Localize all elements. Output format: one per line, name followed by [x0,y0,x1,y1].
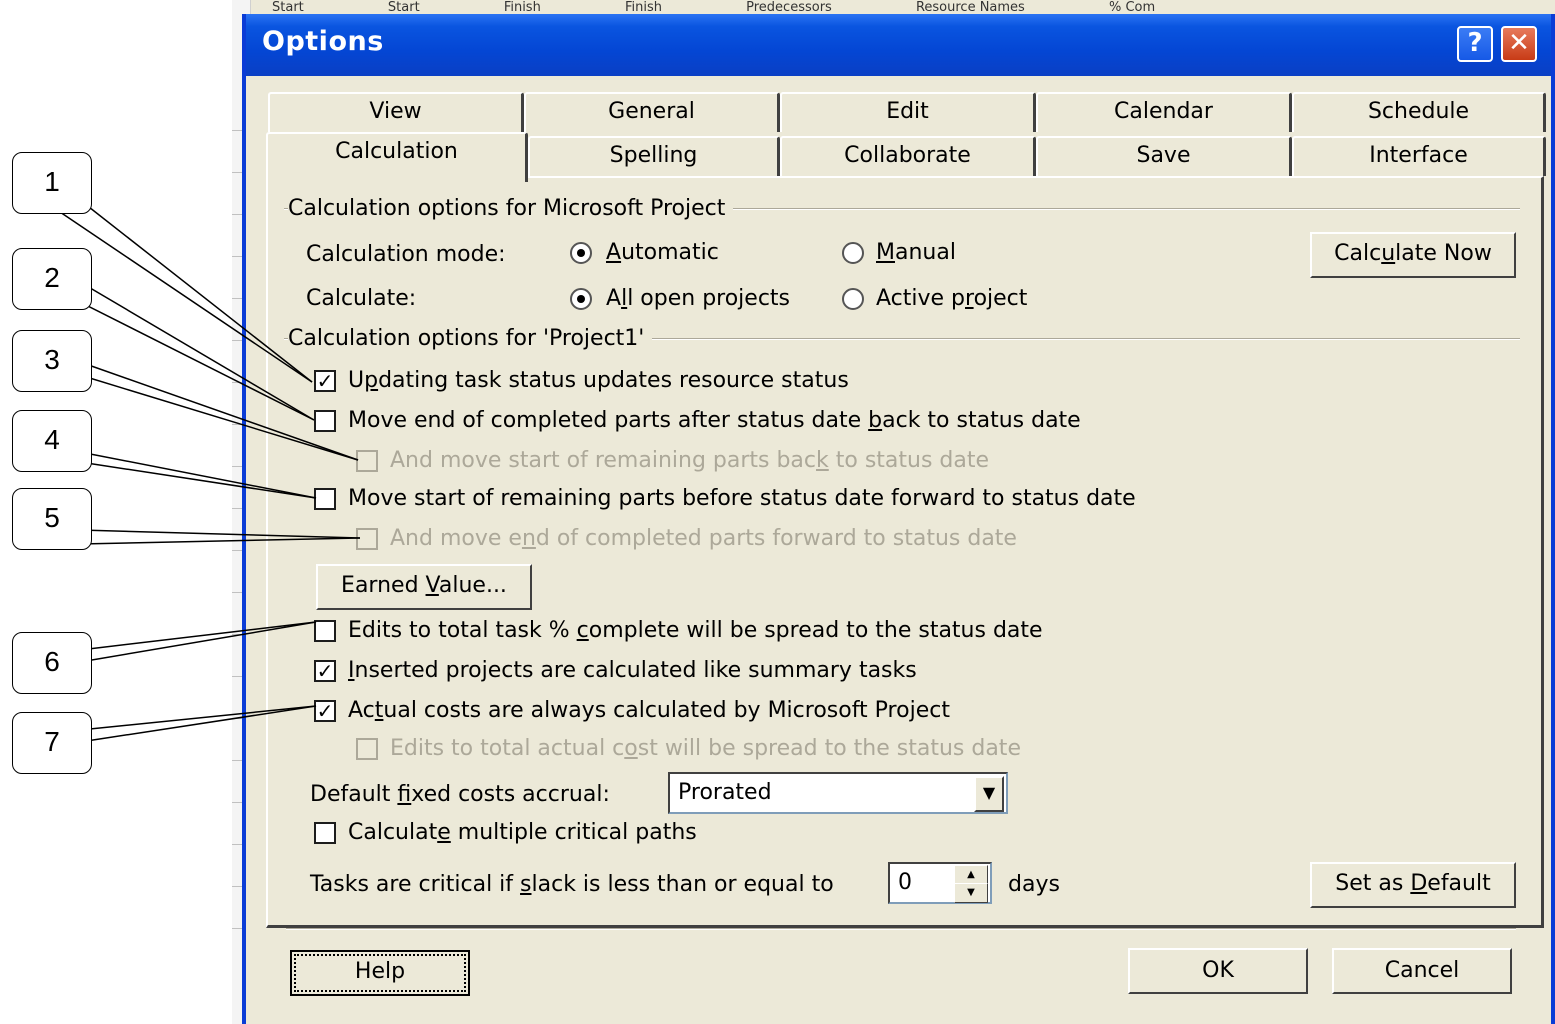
help-button[interactable]: Help [290,950,470,996]
calculation-tab-panel: Calculation options for Microsoft Projec… [266,176,1544,928]
checkbox-move-start-forward[interactable] [314,488,336,510]
background-header-cell: Start [387,0,420,15]
option-move-end-forward-label: And move end of completed parts forward … [390,526,1017,551]
checkbox-move-end-back[interactable] [314,410,336,432]
radio-manual-label[interactable]: Manual [876,240,956,265]
callout-1: 1 [12,152,92,214]
callout-5: 5 [12,488,92,550]
close-icon: ✕ [1508,28,1530,58]
cancel-button[interactable]: Cancel [1332,948,1512,994]
dialog-title: Options [262,26,384,57]
option-spread-percent-complete-label[interactable]: Edits to total task % complete will be s… [348,618,1043,643]
option-inserted-projects-label[interactable]: Inserted projects are calculated like su… [348,658,917,683]
ok-button[interactable]: OK [1128,948,1308,994]
checkbox-spread-percent-complete[interactable] [314,620,336,642]
checkbox-actual-costs[interactable]: ✓ [314,700,336,722]
radio-all-open-projects[interactable] [570,288,592,310]
radio-manual[interactable] [842,242,864,264]
tab-view[interactable]: View [268,92,524,132]
title-bar[interactable]: Options ? ✕ [246,14,1551,76]
checkbox-move-end-forward[interactable] [356,528,378,550]
calculate-now-button[interactable]: Calculate Now [1310,232,1516,278]
callout-6: 6 [12,632,92,694]
option-multiple-critical-paths-label[interactable]: Calculate multiple critical paths [348,820,697,845]
earned-value-button[interactable]: Earned Value... [316,564,532,610]
calculate-label: Calculate: [306,286,417,311]
slack-threshold-label: Tasks are critical if slack is less than… [310,872,834,897]
radio-automatic[interactable] [570,242,592,264]
slack-threshold-value[interactable]: 0 [898,870,912,895]
background-header-cell: Finish [503,0,541,15]
tab-collaborate[interactable]: Collaborate [780,136,1036,176]
radio-automatic-label[interactable]: Automatic [606,240,719,265]
tab-interface[interactable]: Interface [1292,136,1546,176]
fixed-costs-accrual-value: Prorated [678,780,772,805]
option-actual-costs-label[interactable]: Actual costs are always calculated by Mi… [348,698,950,723]
tab-schedule[interactable]: Schedule [1292,92,1546,132]
tab-edit[interactable]: Edit [780,92,1036,132]
spin-up-icon[interactable]: ▲ [954,865,988,885]
fixed-costs-accrual-select[interactable]: Prorated ▼ [668,772,1008,814]
calculation-mode-label: Calculation mode: [306,242,506,267]
slack-threshold-spinner[interactable]: 0 ▲ ▼ [888,862,992,904]
callout-4: 4 [12,410,92,472]
group-label-microsoft-project: Calculation options for Microsoft Projec… [288,196,734,221]
checkbox-update-resource-status[interactable]: ✓ [314,370,336,392]
help-title-button[interactable]: ? [1457,26,1493,62]
option-move-start-forward-label[interactable]: Move start of remaining parts before sta… [348,486,1136,511]
background-header-cell: Finish [624,0,662,15]
checkbox-spread-actual-cost[interactable] [356,738,378,760]
spin-down-icon[interactable]: ▼ [954,883,988,903]
close-button[interactable]: ✕ [1501,26,1537,62]
checkbox-move-start-back[interactable] [356,450,378,472]
option-update-resource-status-label[interactable]: Updating task status updates resource st… [348,368,849,393]
background-header-cell: % Com [1108,0,1156,15]
tab-calendar[interactable]: Calendar [1036,92,1292,132]
question-icon: ? [1467,28,1483,58]
group-label-project1: Calculation options for 'Project1' [288,326,653,351]
slack-unit-label: days [1008,872,1060,897]
footer-divider [286,928,1516,930]
tab-calculation[interactable]: Calculation [266,132,528,182]
option-move-end-back-label[interactable]: Move end of completed parts after status… [348,408,1081,433]
dropdown-arrow-icon[interactable]: ▼ [974,776,1004,812]
checkbox-multiple-critical-paths[interactable] [314,822,336,844]
tab-general[interactable]: General [524,92,780,132]
tab-save[interactable]: Save [1036,136,1292,176]
background-header-cell: Resource Names [915,0,1025,15]
checkbox-inserted-projects[interactable]: ✓ [314,660,336,682]
set-as-default-button[interactable]: Set as Default [1310,862,1516,908]
radio-active-project[interactable] [842,288,864,310]
radio-active-project-label[interactable]: Active project [876,286,1027,311]
option-move-start-back-label: And move start of remaining parts back t… [390,448,990,473]
radio-all-open-projects-label[interactable]: All open projects [606,286,790,311]
callout-2: 2 [12,248,92,310]
fixed-costs-accrual-label: Default fixed costs accrual: [310,782,610,807]
callout-7: 7 [12,712,92,774]
tab-spelling[interactable]: Spelling [528,136,780,176]
background-header-cell: Predecessors [746,0,832,15]
options-dialog: Options ? ✕ View General Edit Calendar S… [242,14,1555,1024]
callout-3: 3 [12,330,92,392]
option-spread-actual-cost-label: Edits to total actual cost will be sprea… [390,736,1021,761]
